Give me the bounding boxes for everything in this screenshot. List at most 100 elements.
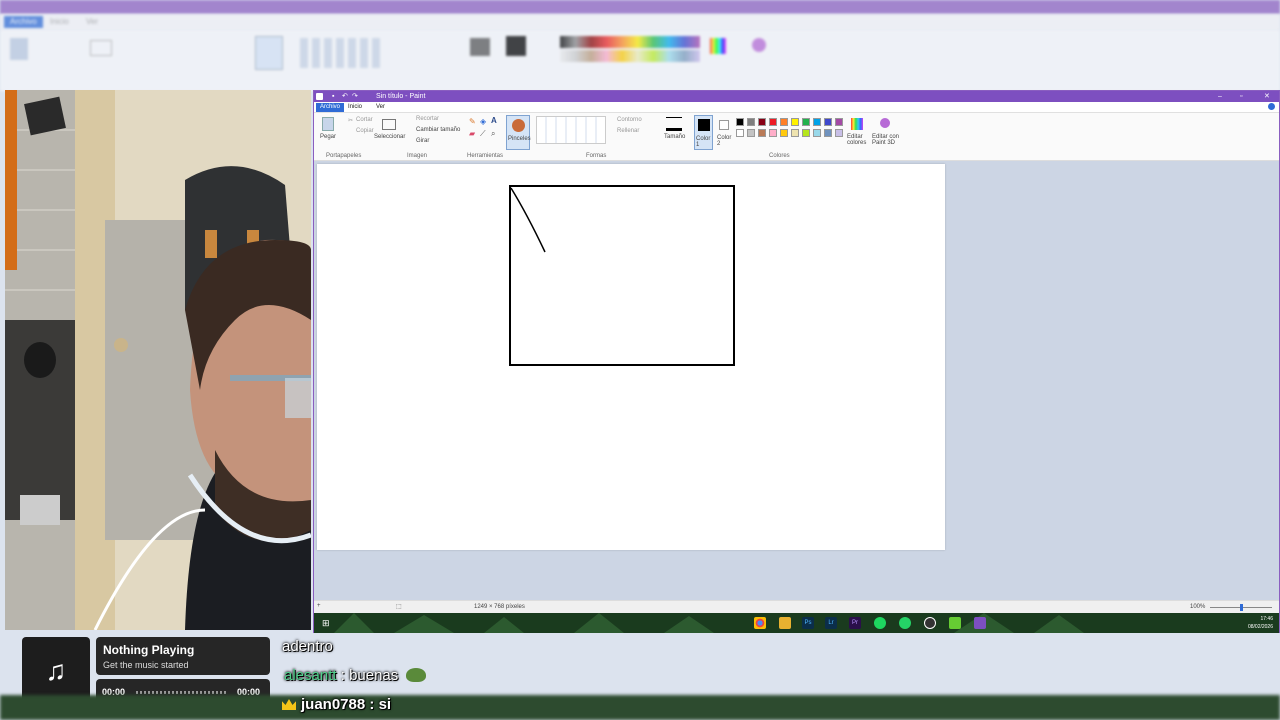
photoshop-icon[interactable]: Ps [802, 617, 814, 629]
selection-icon: ⬚ [396, 604, 402, 610]
windows-start-icon[interactable]: ⊞ [322, 618, 330, 629]
paint-taskbar-icon[interactable] [974, 617, 986, 629]
crown-badge-icon [282, 699, 296, 710]
magnifier-icon[interactable]: ⌕ [491, 129, 495, 139]
app-icon[interactable] [949, 617, 961, 629]
color-swatch[interactable] [835, 118, 843, 126]
background-ribbon [0, 30, 1280, 92]
color2-label: Color 2 [717, 135, 732, 147]
lightroom-icon[interactable]: Lr [825, 617, 837, 629]
window-title: Sin título - Paint [376, 93, 426, 100]
close-button[interactable]: ✕ [1264, 91, 1270, 102]
cut-button[interactable]: Cortar [356, 117, 373, 123]
chat-message: alesantt : buenas [284, 667, 427, 684]
color-swatch[interactable] [769, 118, 777, 126]
color-swatch[interactable] [824, 129, 832, 137]
paint-titlebar: ▪ ↶ ↷ Sin título - Paint – ▫ ✕ [314, 91, 1279, 102]
webcam-image [5, 90, 311, 630]
rotate-button[interactable]: Girar [416, 138, 429, 144]
taskbar-wallpaper [334, 613, 1084, 633]
color-swatch[interactable] [780, 118, 788, 126]
frog-emote-icon [406, 668, 427, 682]
color-swatch[interactable] [802, 129, 810, 137]
eraser-icon[interactable]: ▰ [469, 129, 475, 138]
color-swatch[interactable] [813, 129, 821, 137]
resize-button[interactable]: Cambiar tamaño [416, 127, 460, 133]
undo-icon[interactable]: ↶ [342, 91, 348, 102]
select-button[interactable]: Seleccionar [374, 134, 405, 140]
obs-icon[interactable] [924, 617, 936, 629]
color-swatch[interactable] [747, 129, 755, 137]
color1-swatch [698, 119, 710, 131]
zoom-slider[interactable] [1210, 604, 1272, 611]
zoom-thumb[interactable] [1240, 604, 1243, 611]
color-swatch[interactable] [780, 129, 788, 137]
paint-app-icon [316, 93, 323, 100]
outline-button[interactable]: Contorno [617, 117, 642, 123]
edit-colors-button[interactable]: Editar colores [847, 134, 867, 146]
color2-button[interactable]: Color 2 [716, 115, 735, 150]
drawing-canvas[interactable] [317, 164, 945, 550]
music-progress-track [136, 691, 228, 694]
menu-home[interactable]: Inicio [348, 103, 362, 112]
menu-view[interactable]: Ver [376, 103, 385, 112]
minimize-button[interactable]: – [1218, 91, 1222, 102]
color-swatch[interactable] [736, 129, 744, 137]
copy-button[interactable]: Copiar [356, 128, 374, 134]
color-swatch[interactable] [758, 129, 766, 137]
spotify-icon[interactable] [874, 617, 886, 629]
select-icon [382, 119, 396, 130]
help-icon[interactable] [1268, 103, 1275, 110]
color-swatch[interactable] [802, 118, 810, 126]
color-picker-icon[interactable]: ⟋ [480, 129, 486, 139]
whatsapp-icon[interactable] [899, 617, 911, 629]
music-title: Nothing Playing [103, 643, 195, 657]
file-explorer-icon[interactable] [779, 617, 791, 629]
status-bar: + ⬚ 1249 × 768 píxeles 100% [314, 600, 1279, 613]
size-button[interactable]: Tamaño [664, 134, 685, 140]
menu-bar: Archivo Inicio Ver [314, 102, 1279, 113]
maximize-button[interactable]: ▫ [1240, 91, 1242, 102]
paint3d-button[interactable]: Editar con Paint 3D [872, 134, 900, 146]
redo-icon[interactable]: ↷ [352, 91, 358, 102]
text-icon[interactable]: A [491, 116, 497, 125]
color1-button[interactable]: Color 1 [694, 115, 713, 150]
color-swatch[interactable] [769, 129, 777, 137]
chrome-icon[interactable] [754, 617, 766, 629]
size-icon [666, 117, 682, 131]
ribbon: Pegar ✂ Cortar Copiar Portapapeles Selec… [314, 113, 1279, 161]
crop-button[interactable]: Recortar [416, 116, 439, 122]
color-swatch[interactable] [791, 129, 799, 137]
chat-message: adentro [282, 638, 333, 655]
canvas-dimensions: 1249 × 768 píxeles [474, 604, 525, 610]
colors-group-label: Colores [769, 153, 790, 159]
background-tab-view: Ver [86, 17, 99, 26]
fill-bucket-icon[interactable]: ◈ [480, 117, 486, 126]
color-swatch[interactable] [835, 129, 843, 137]
brush-icon [512, 119, 525, 132]
color-swatch[interactable] [791, 118, 799, 126]
pencil-icon[interactable]: ✎ [469, 117, 476, 126]
premiere-icon[interactable]: Pr [849, 617, 861, 629]
fill-button[interactable]: Rellenar [617, 128, 639, 134]
background-titlebar [0, 0, 1280, 14]
brushes-button[interactable]: Pinceles [506, 115, 531, 150]
background-taskbar [0, 695, 1280, 720]
paste-icon [322, 117, 334, 131]
color-swatch[interactable] [813, 118, 821, 126]
shapes-gallery[interactable] [536, 116, 606, 144]
background-menubar: Archivo Inicio Ver [0, 14, 1280, 30]
clock-time: 17:46 [1260, 616, 1273, 622]
color-swatch[interactable] [758, 118, 766, 126]
paste-button[interactable]: Pegar [320, 134, 336, 140]
tools-group-label: Herramientas [467, 153, 504, 159]
save-icon[interactable]: ▪ [332, 91, 334, 102]
color-swatch[interactable] [736, 118, 744, 126]
menu-file[interactable]: Archivo [316, 103, 345, 112]
color-swatch[interactable] [747, 118, 755, 126]
background-tab-home: Inicio [50, 17, 69, 26]
color-swatch[interactable] [824, 118, 832, 126]
color2-swatch [719, 120, 729, 130]
edit-colors-icon [851, 118, 863, 130]
paint-window: ▪ ↶ ↷ Sin título - Paint – ▫ ✕ Archivo I… [313, 90, 1280, 633]
